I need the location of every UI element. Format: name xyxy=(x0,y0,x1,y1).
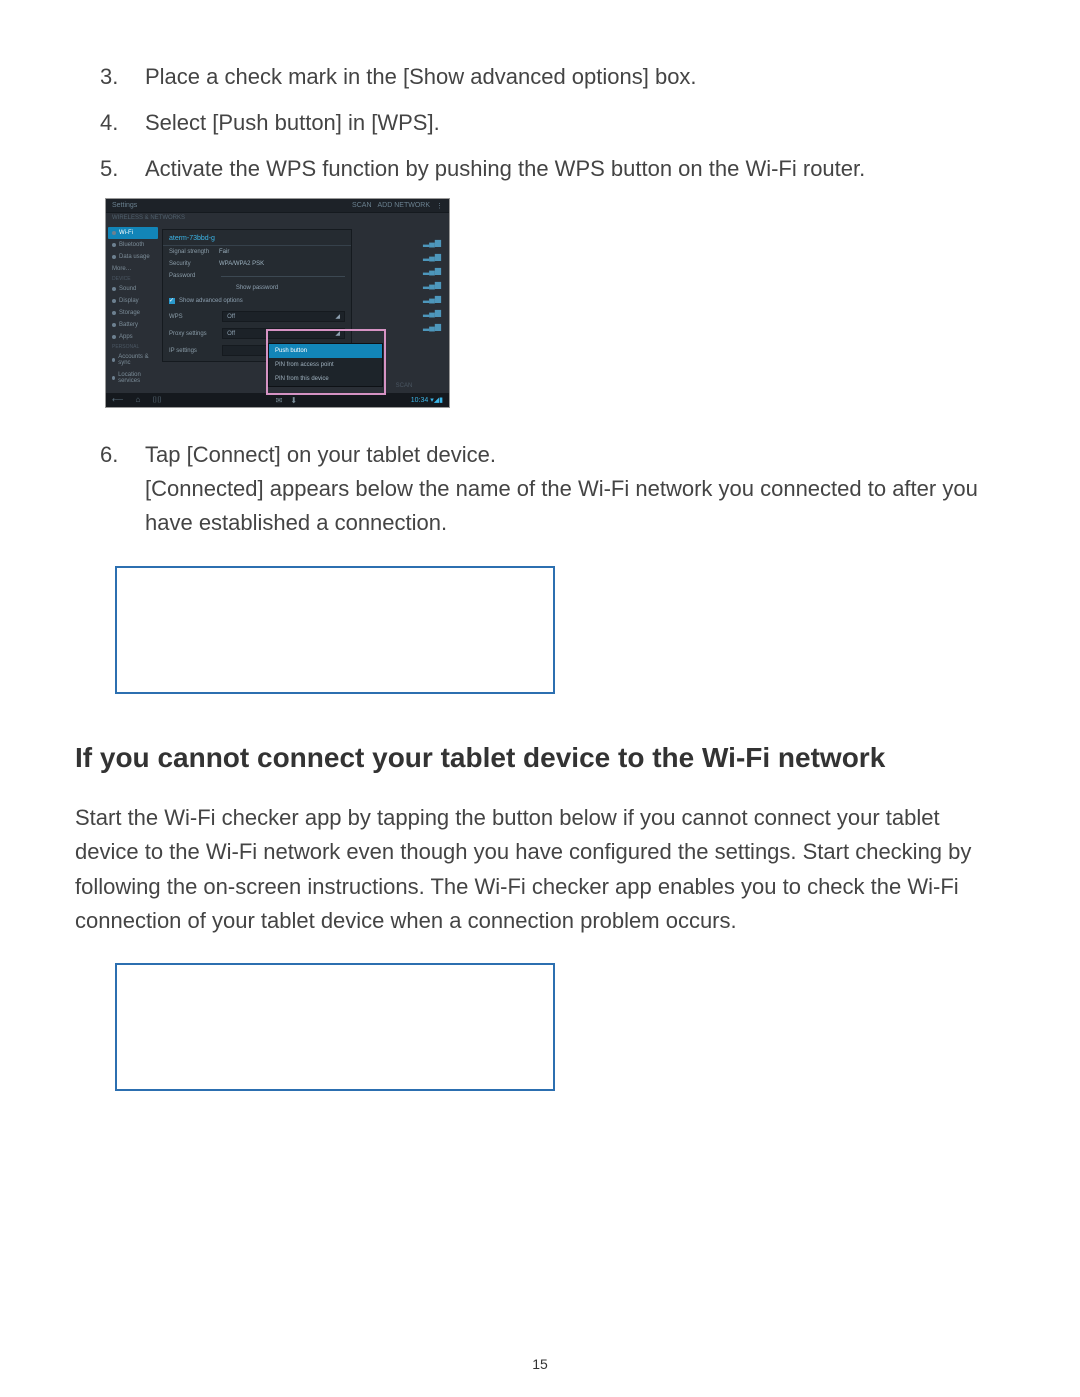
wps-select: Off ◢ xyxy=(222,311,345,322)
dropdown-option-pin-device: PIN from this device xyxy=(269,372,382,386)
menu-icon: ⋮ xyxy=(436,202,443,210)
wps-dropdown: Push button PIN from access point PIN fr… xyxy=(268,343,383,387)
dropdown-option-pin-ap: PIN from access point xyxy=(269,358,382,372)
scan-action: SCAN xyxy=(352,202,371,210)
wifi-signal-icon: ▂▄▆ xyxy=(359,319,449,333)
step-text: Select [Push button] in [WPS]. xyxy=(145,110,440,135)
show-password-label: Show password xyxy=(236,285,278,291)
sidebar-item-location: Location services xyxy=(108,369,158,387)
step-number: 5. xyxy=(100,152,118,186)
dialog-ssid: aterm-73bbd-g xyxy=(163,232,351,246)
password-input xyxy=(221,276,345,277)
security-label: Security xyxy=(169,261,219,267)
recent-icon: ⌷⌷ xyxy=(152,395,162,405)
sidebar-item-apps: Apps xyxy=(108,331,158,343)
settings-sidebar: Wi-Fi Bluetooth Data usage More… DEVICE … xyxy=(106,225,160,395)
wifi-signal-icon: ▂▄▆ xyxy=(359,305,449,319)
wifi-signal-icon: ▂▄▆ xyxy=(359,291,449,305)
step-3: 3. Place a check mark in the [Show advan… xyxy=(105,60,1005,94)
caret-icon: ◢ xyxy=(335,313,340,320)
sidebar-item-more: More… xyxy=(108,263,158,275)
wifi-signal-icon: ▂▄▆ xyxy=(359,263,449,277)
status-clock: 10:34 ▾◢▮ xyxy=(411,396,443,404)
instruction-list: 3. Place a check mark in the [Show advan… xyxy=(105,60,1005,186)
caret-icon: ◢ xyxy=(335,330,340,337)
sidebar-item-wifi: Wi-Fi xyxy=(108,227,158,239)
notif-icon: ✉ xyxy=(276,396,283,405)
step-6: 6. Tap [Connect] on your tablet device. … xyxy=(105,438,1005,540)
notif-icon: ⬇ xyxy=(290,396,297,405)
settings-title: Settings xyxy=(112,202,137,209)
step-subtext: [Connected] appears below the name of th… xyxy=(145,472,1005,540)
sidebar-section-personal: PERSONAL xyxy=(108,343,158,351)
sidebar-item-battery: Battery xyxy=(108,319,158,331)
android-navbar: ⟵ ⌂ ⌷⌷ ✉ ⬇ 10:34 ▾◢▮ xyxy=(106,393,449,407)
back-icon: ⟵ xyxy=(112,395,123,405)
sidebar-item-storage: Storage xyxy=(108,307,158,319)
wifi-signal-icon: ▂▄▆ xyxy=(359,277,449,291)
sidebar-item-sound: Sound xyxy=(108,283,158,295)
step-text: Place a check mark in the [Show advanced… xyxy=(145,64,697,89)
step-text: Tap [Connect] on your tablet device. xyxy=(145,442,496,467)
tablet-screenshot: Settings SCAN ADD NETWORK ⋮ WIRELESS & N… xyxy=(105,198,450,408)
placeholder-box-1 xyxy=(115,566,555,694)
screenshot-main: aterm-73bbd-g Signal strength Fair Secur… xyxy=(160,225,359,395)
step-number: 6. xyxy=(100,438,118,472)
wifi-signal-icon: ▂▄▆ xyxy=(359,249,449,263)
dropdown-option-push: Push button xyxy=(269,344,382,358)
screenshot-titlebar: Settings SCAN ADD NETWORK ⋮ xyxy=(106,199,449,213)
step-5: 5. Activate the WPS function by pushing … xyxy=(105,152,1005,186)
security-value: WPA/WPA2 PSK xyxy=(219,261,264,267)
signal-label: Signal strength xyxy=(169,249,219,255)
proxy-select: Off ◢ xyxy=(222,328,345,339)
home-icon: ⌂ xyxy=(135,395,140,405)
wifi-signal-icon: ▂▄▆ xyxy=(359,235,449,249)
step-4: 4. Select [Push button] in [WPS]. xyxy=(105,106,1005,140)
page-number: 15 xyxy=(0,1356,1080,1372)
proxy-label: Proxy settings xyxy=(169,331,218,337)
wps-label: WPS xyxy=(169,314,218,320)
placeholder-box-2 xyxy=(115,963,555,1091)
section-label: WIRELESS & NETWORKS xyxy=(106,213,449,225)
sidebar-section-device: DEVICE xyxy=(108,275,158,283)
add-network-action: ADD NETWORK xyxy=(378,202,431,210)
ip-label: IP settings xyxy=(169,348,218,354)
section-heading: If you cannot connect your tablet device… xyxy=(75,739,1005,777)
instruction-list-cont: 6. Tap [Connect] on your tablet device. … xyxy=(105,438,1005,540)
section-paragraph: Start the Wi-Fi checker app by tapping t… xyxy=(75,801,1005,937)
step-number: 4. xyxy=(100,106,118,140)
step-text: Activate the WPS function by pushing the… xyxy=(145,156,865,181)
step-number: 3. xyxy=(100,60,118,94)
sidebar-item-bluetooth: Bluetooth xyxy=(108,239,158,251)
advanced-label: Show advanced options xyxy=(179,298,243,304)
sidebar-item-data: Data usage xyxy=(108,251,158,263)
advanced-checkbox-icon xyxy=(169,298,175,304)
password-label: Password xyxy=(169,273,219,279)
sidebar-item-display: Display xyxy=(108,295,158,307)
sidebar-item-accounts: Accounts & sync xyxy=(108,351,158,369)
signal-value: Fair xyxy=(219,249,229,255)
